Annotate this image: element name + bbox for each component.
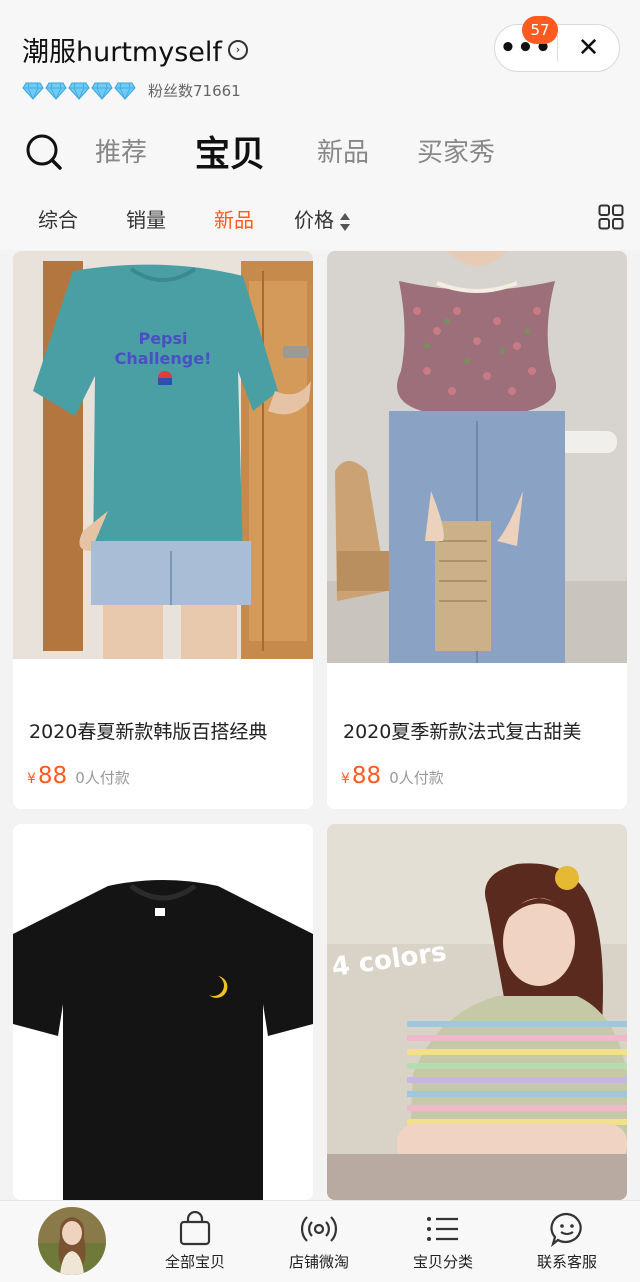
product-image — [327, 251, 627, 663]
product-card[interactable]: 2020夏季新款法式复古甜美 ¥ 88 0人付款 — [327, 251, 627, 809]
diamond-icon — [114, 82, 136, 100]
product-title: 2020春夏新款韩版百搭经典 — [29, 721, 268, 743]
avatar[interactable] — [38, 1207, 106, 1275]
search-icon[interactable] — [24, 132, 64, 172]
product-price-row: ¥ 88 0人付款 — [27, 763, 130, 789]
list-icon — [427, 1217, 458, 1241]
nav-store-feed[interactable]: 店铺微淘 — [264, 1211, 374, 1272]
store-rating: 粉丝数71661 — [22, 80, 241, 101]
tab-new[interactable]: 新品 — [317, 132, 369, 169]
chevron-right-circle-icon: › — [227, 39, 248, 60]
notification-badge: 57 — [522, 16, 558, 44]
sold-count: 0人付款 — [75, 769, 130, 787]
sort-sales[interactable]: 销量 — [126, 204, 166, 233]
grid-view-icon[interactable] — [598, 204, 624, 230]
nav-label: 联系客服 — [536, 1253, 597, 1271]
sort-overall[interactable]: 综合 — [38, 204, 78, 233]
sort-arrows-icon — [340, 211, 350, 233]
shopping-bag-icon — [179, 1211, 211, 1246]
nav-all-products[interactable]: 全部宝贝 — [140, 1211, 250, 1272]
product-card[interactable]: 4 colors — [327, 824, 627, 1200]
tab-products[interactable]: 宝贝 — [195, 126, 265, 177]
product-price: 88 — [37, 763, 68, 789]
diamond-icon — [22, 82, 44, 100]
nav-label: 全部宝贝 — [164, 1253, 225, 1271]
product-image — [13, 824, 313, 1200]
close-icon[interactable]: ✕ — [558, 25, 619, 71]
store-tabs: 推荐 宝贝 新品 买家秀 — [0, 122, 640, 180]
product-image: 4 colors — [327, 824, 627, 1200]
nav-label: 店铺微淘 — [288, 1253, 349, 1271]
product-image: Pepsi Challenge! — [13, 251, 313, 659]
nav-customer-service[interactable]: 联系客服 — [512, 1211, 622, 1272]
store-name: 潮服hurtmyself — [22, 37, 222, 68]
product-price-row: ¥ 88 0人付款 — [341, 763, 444, 789]
svg-text:Challenge!: Challenge! — [115, 349, 212, 368]
diamond-rating — [22, 82, 136, 100]
bottom-nav: 全部宝贝 店铺微淘 宝贝分类 联系客服 — [0, 1200, 640, 1282]
nav-categories[interactable]: 宝贝分类 — [388, 1211, 498, 1272]
store-name-link[interactable]: 潮服hurtmyself › — [22, 30, 248, 69]
diamond-icon — [91, 82, 113, 100]
product-price: 88 — [351, 763, 382, 789]
broadcast-icon — [300, 1216, 338, 1242]
sort-new[interactable]: 新品 — [214, 204, 254, 233]
price-symbol: ¥ — [27, 771, 36, 787]
tab-recommend[interactable]: 推荐 — [95, 132, 147, 169]
sort-price-label: 价格 — [294, 208, 334, 232]
product-card[interactable]: Pepsi Challenge! 2020春夏新款韩版百搭经典 ¥ 88 0人付… — [13, 251, 313, 809]
store-header: 潮服hurtmyself › 粉丝数71661 ••• ✕ 57 推荐 宝贝 新… — [0, 0, 640, 250]
chat-face-icon — [550, 1212, 582, 1247]
product-title: 2020夏季新款法式复古甜美 — [343, 721, 582, 743]
sold-count: 0人付款 — [389, 769, 444, 787]
price-symbol: ¥ — [341, 771, 350, 787]
fans-count: 粉丝数71661 — [148, 82, 241, 100]
sort-price[interactable]: 价格 — [294, 204, 350, 233]
diamond-icon — [45, 82, 67, 100]
svg-text:Pepsi: Pepsi — [138, 329, 187, 348]
sort-bar: 综合 销量 新品 价格 — [0, 196, 640, 242]
product-card[interactable] — [13, 824, 313, 1200]
tab-buyer-show[interactable]: 买家秀 — [417, 132, 495, 169]
nav-label: 宝贝分类 — [412, 1253, 473, 1271]
diamond-icon — [68, 82, 90, 100]
